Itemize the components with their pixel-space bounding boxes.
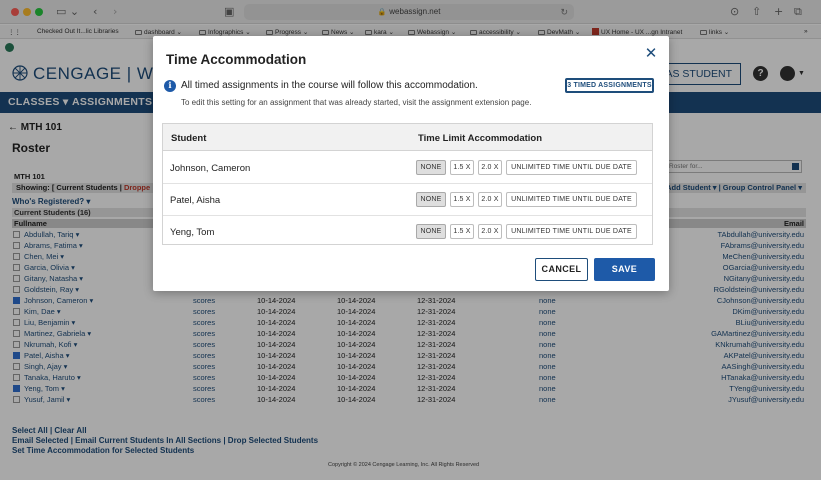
option-unlimited-button[interactable]: UNLIMITED TIME UNTIL DUE DATE [506,192,637,207]
info-icon: i [164,80,176,92]
option-x15-button[interactable]: 1.5 X [450,224,474,239]
accommodation-student-name: Yeng, Tom [170,227,215,238]
close-icon[interactable]: ✕ [643,45,659,61]
option-none-button[interactable]: NONE [416,224,446,239]
cancel-button[interactable]: CANCEL [535,258,588,281]
save-button[interactable]: SAVE [594,258,655,281]
accommodation-student-name: Johnson, Cameron [170,163,251,174]
option-unlimited-button[interactable]: UNLIMITED TIME UNTIL DUE DATE [506,224,637,239]
accommodation-student-name: Patel, Aisha [170,195,221,206]
option-x20-button[interactable]: 2.0 X [478,160,502,175]
option-none-button[interactable]: NONE [416,160,446,175]
accommodation-table-header: Student Time Limit Accommodation [163,124,652,151]
accommodation-row: Johnson, Cameron NONE 1.5 X 2.0 X UNLIMITED … [163,152,652,184]
option-x20-button[interactable]: 2.0 X [478,192,502,207]
dialog-title: Time Accommodation [166,52,307,67]
accommodation-row: Yeng, Tom NONE 1.5 X 2.0 X UNLIMITED TIME UN… [163,216,652,248]
col-student: Student [171,133,207,144]
timed-assignments-button[interactable]: 3 TIMED ASSIGNMENTS [565,78,654,93]
info-submessage: To edit this setting for an assignment t… [181,98,532,107]
info-message: All timed assignments in the course will… [181,80,478,91]
option-x15-button[interactable]: 1.5 X [450,192,474,207]
accommodation-table: Student Time Limit Accommodation Johnson… [162,123,653,245]
accommodation-row: Patel, Aisha NONE 1.5 X 2.0 X UNLIMITED TIME… [163,184,652,216]
time-accommodation-dialog: Time Accommodation ✕ i All timed assignm… [153,36,669,291]
option-x20-button[interactable]: 2.0 X [478,224,502,239]
option-none-button[interactable]: NONE [416,192,446,207]
option-unlimited-button[interactable]: UNLIMITED TIME UNTIL DUE DATE [506,160,637,175]
col-time-limit: Time Limit Accommodation [418,133,543,144]
option-x15-button[interactable]: 1.5 X [450,160,474,175]
